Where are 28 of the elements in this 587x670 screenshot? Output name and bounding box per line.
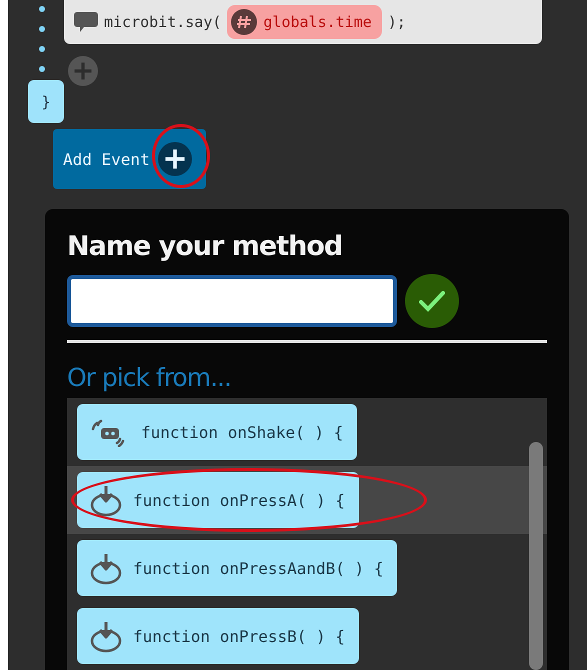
confirm-button[interactable] — [405, 274, 459, 328]
gutter-dot — [39, 6, 45, 12]
function-block[interactable]: function onPressA( ) { — [77, 472, 359, 528]
button-press-icon — [89, 483, 123, 517]
suggestion-row[interactable]: function onShake( ) { — [67, 398, 547, 466]
suggestion-row[interactable]: function onPressB( ) { — [67, 602, 547, 670]
hash-icon — [231, 9, 258, 35]
function-block[interactable]: function onShake( ) { — [77, 404, 358, 460]
pick-label: Or pick from... — [67, 363, 232, 392]
add-icon[interactable] — [158, 142, 192, 176]
method-name-field[interactable] — [67, 275, 397, 327]
button-press-icon — [89, 551, 123, 585]
gutter-dot — [39, 66, 45, 72]
gutter-dot — [39, 26, 45, 32]
gutter-dot — [39, 46, 45, 52]
suggestion-row[interactable]: function onPressAandB( ) { — [67, 534, 547, 602]
code-text: microbit.say( — [104, 13, 222, 31]
button-press-icon — [89, 619, 123, 653]
speech-bubble-icon — [74, 12, 98, 32]
suggestion-row[interactable]: function onPressA( ) { — [67, 466, 547, 534]
dialog-title: Name your method — [67, 231, 344, 262]
code-block[interactable]: microbit.say( globals.time ); — [64, 0, 542, 44]
closing-brace: } — [28, 80, 64, 123]
checkmark-icon — [419, 290, 445, 312]
code-text: ); — [388, 13, 406, 31]
function-block[interactable]: function onPressAandB( ) { — [77, 540, 398, 596]
scrollbar[interactable] — [529, 442, 543, 670]
function-block[interactable]: function onPressB( ) { — [77, 608, 359, 664]
